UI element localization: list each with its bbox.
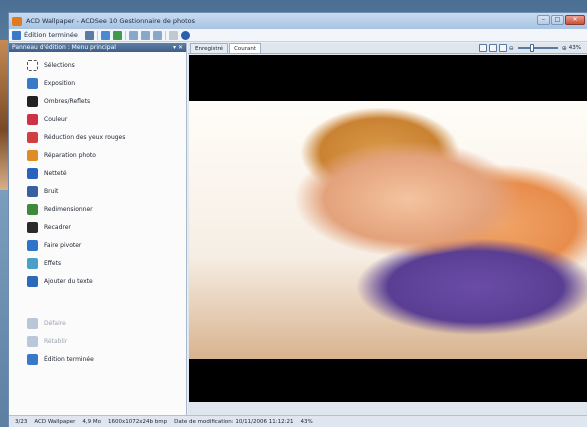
- view-mode-3-button[interactable]: [498, 44, 507, 52]
- delete-icon[interactable]: [168, 30, 178, 40]
- rotate-icon: [27, 239, 38, 251]
- sharpness-icon: [27, 167, 38, 179]
- menu-item-shadows-highlights[interactable]: Ombres/Reflets: [13, 92, 183, 110]
- menu-item-selection[interactable]: Sélections: [13, 56, 183, 74]
- menu-item-edit-done[interactable]: Édition terminée: [13, 350, 183, 368]
- effects-icon: [27, 257, 38, 269]
- undo-icon: [27, 317, 38, 329]
- zoom-tool-icon[interactable]: [128, 30, 138, 40]
- view-mode-1-button[interactable]: [478, 44, 487, 52]
- menu-item-color[interactable]: Couleur: [13, 110, 183, 128]
- menu-item-noise[interactable]: Bruit: [13, 182, 183, 200]
- selection-icon: [27, 59, 38, 71]
- view-controls: ⊖ ⊕ 43%: [478, 44, 581, 52]
- minimize-button[interactable]: –: [537, 15, 550, 25]
- resize-icon: [27, 203, 38, 215]
- red-eye-icon: [27, 131, 38, 143]
- menu-item-label: Exposition: [44, 79, 76, 87]
- edit-panel-header: Panneau d'édition : Menu principal ▾ ✕: [9, 43, 186, 52]
- menu-item-label: Faire pivoter: [44, 241, 82, 249]
- menu-item-label: Ombres/Reflets: [44, 97, 91, 105]
- menu-item-label: Redimensionner: [44, 205, 93, 213]
- tab-current[interactable]: Courant: [229, 43, 262, 53]
- zoom-in-icon[interactable]: ⊕: [562, 45, 567, 52]
- menu-item-label: Bruit: [44, 187, 59, 195]
- edit-done-icon[interactable]: [12, 30, 21, 40]
- menu-item-redo: Rétablir: [13, 332, 183, 350]
- menu-item-label: Recadrer: [44, 223, 71, 231]
- zoom-in-icon[interactable]: [140, 30, 150, 40]
- edit-panel: Panneau d'édition : Menu principal ▾ ✕ S…: [9, 43, 187, 416]
- menu-item-crop[interactable]: Recadrer: [13, 218, 183, 236]
- menu-item-rotate[interactable]: Faire pivoter: [13, 236, 183, 254]
- status-bar: 3/23 ACD Wallpaper 4,9 Mo 1600x1072x24b …: [9, 415, 587, 427]
- noise-icon: [27, 185, 38, 197]
- save-icon[interactable]: [84, 30, 94, 40]
- app-icon: [12, 16, 22, 26]
- tab-saved[interactable]: Enregistré: [190, 43, 229, 53]
- menu-item-label: Défaire: [44, 319, 66, 327]
- menu-separator: [13, 290, 183, 314]
- menu-item-sharpness[interactable]: Netteté: [13, 164, 183, 182]
- toolbar-separator: [124, 30, 126, 40]
- title-bar: ACD Wallpaper - ACDSee 10 Gestionnaire d…: [9, 13, 587, 29]
- status-filesize: 4,9 Mo: [82, 418, 101, 425]
- previous-image-icon[interactable]: [100, 30, 110, 40]
- menu-item-undo: Défaire: [13, 314, 183, 332]
- zoom-slider-handle[interactable]: [529, 44, 534, 52]
- zoom-slider[interactable]: [517, 44, 558, 52]
- menu-item-photo-repair[interactable]: Réparation photo: [13, 146, 183, 164]
- menu-item-effects[interactable]: Effets: [13, 254, 183, 272]
- close-button[interactable]: ✕: [565, 15, 585, 25]
- app-window: ACD Wallpaper - ACDSee 10 Gestionnaire d…: [8, 12, 587, 427]
- next-image-icon[interactable]: [112, 30, 122, 40]
- edit-panel-title: Panneau d'édition : Menu principal: [12, 44, 116, 51]
- panel-controls[interactable]: ▾ ✕: [173, 43, 183, 52]
- menu-item-label: Réparation photo: [44, 151, 96, 159]
- menu-item-label: Réduction des yeux rouges: [44, 133, 126, 141]
- crop-icon: [27, 221, 38, 233]
- zoom-level: 43%: [568, 45, 581, 51]
- exposure-icon: [27, 77, 38, 89]
- photo-image: [189, 101, 587, 359]
- zoom-out-icon[interactable]: [152, 30, 162, 40]
- window-title: ACD Wallpaper - ACDSee 10 Gestionnaire d…: [26, 17, 196, 25]
- view-mode-2-button[interactable]: [488, 44, 497, 52]
- status-zoom: 43%: [300, 418, 313, 425]
- image-pane: Enregistré Courant ⊖ ⊕ 43%: [188, 43, 587, 416]
- shadows-highlights-icon: [27, 95, 38, 107]
- color-icon: [27, 113, 38, 125]
- menu-item-add-text[interactable]: Ajouter du texte: [13, 272, 183, 290]
- menu-item-label: Netteté: [44, 169, 67, 177]
- menu-item-resize[interactable]: Redimensionner: [13, 200, 183, 218]
- redo-icon: [27, 335, 38, 347]
- status-modified: Date de modification: 10/11/2006 11:12:2…: [174, 418, 294, 425]
- menu-item-label: Sélections: [44, 61, 75, 69]
- menu-item-label: Rétablir: [44, 337, 68, 345]
- toolbar-separator: [96, 30, 98, 40]
- edit-done-icon: [27, 353, 38, 365]
- menu-item-red-eye[interactable]: Réduction des yeux rouges: [13, 128, 183, 146]
- toolbar: Édition terminée: [9, 29, 587, 42]
- menu-item-label: Ajouter du texte: [44, 277, 93, 285]
- toolbar-separator: [164, 30, 166, 40]
- status-filename: ACD Wallpaper: [34, 418, 76, 425]
- window-controls: – □ ✕: [537, 15, 585, 25]
- status-index: 3/23: [15, 418, 28, 425]
- image-viewer[interactable]: [189, 55, 587, 402]
- menu-item-label: Effets: [44, 259, 62, 267]
- status-dimensions: 1600x1072x24b bmp: [107, 418, 168, 425]
- photo-repair-icon: [27, 149, 38, 161]
- zoom-out-icon[interactable]: ⊖: [509, 45, 514, 52]
- menu-item-label: Édition terminée: [44, 355, 94, 363]
- menu-item-label: Couleur: [44, 115, 68, 123]
- menu-item-exposure[interactable]: Exposition: [13, 74, 183, 92]
- help-icon[interactable]: [180, 30, 190, 40]
- edit-menu-list: Sélections Exposition Ombres/Reflets Couleu…: [13, 56, 183, 368]
- edit-done-button[interactable]: Édition terminée: [24, 31, 78, 39]
- maximize-button[interactable]: □: [551, 15, 564, 25]
- add-text-icon: [27, 275, 38, 287]
